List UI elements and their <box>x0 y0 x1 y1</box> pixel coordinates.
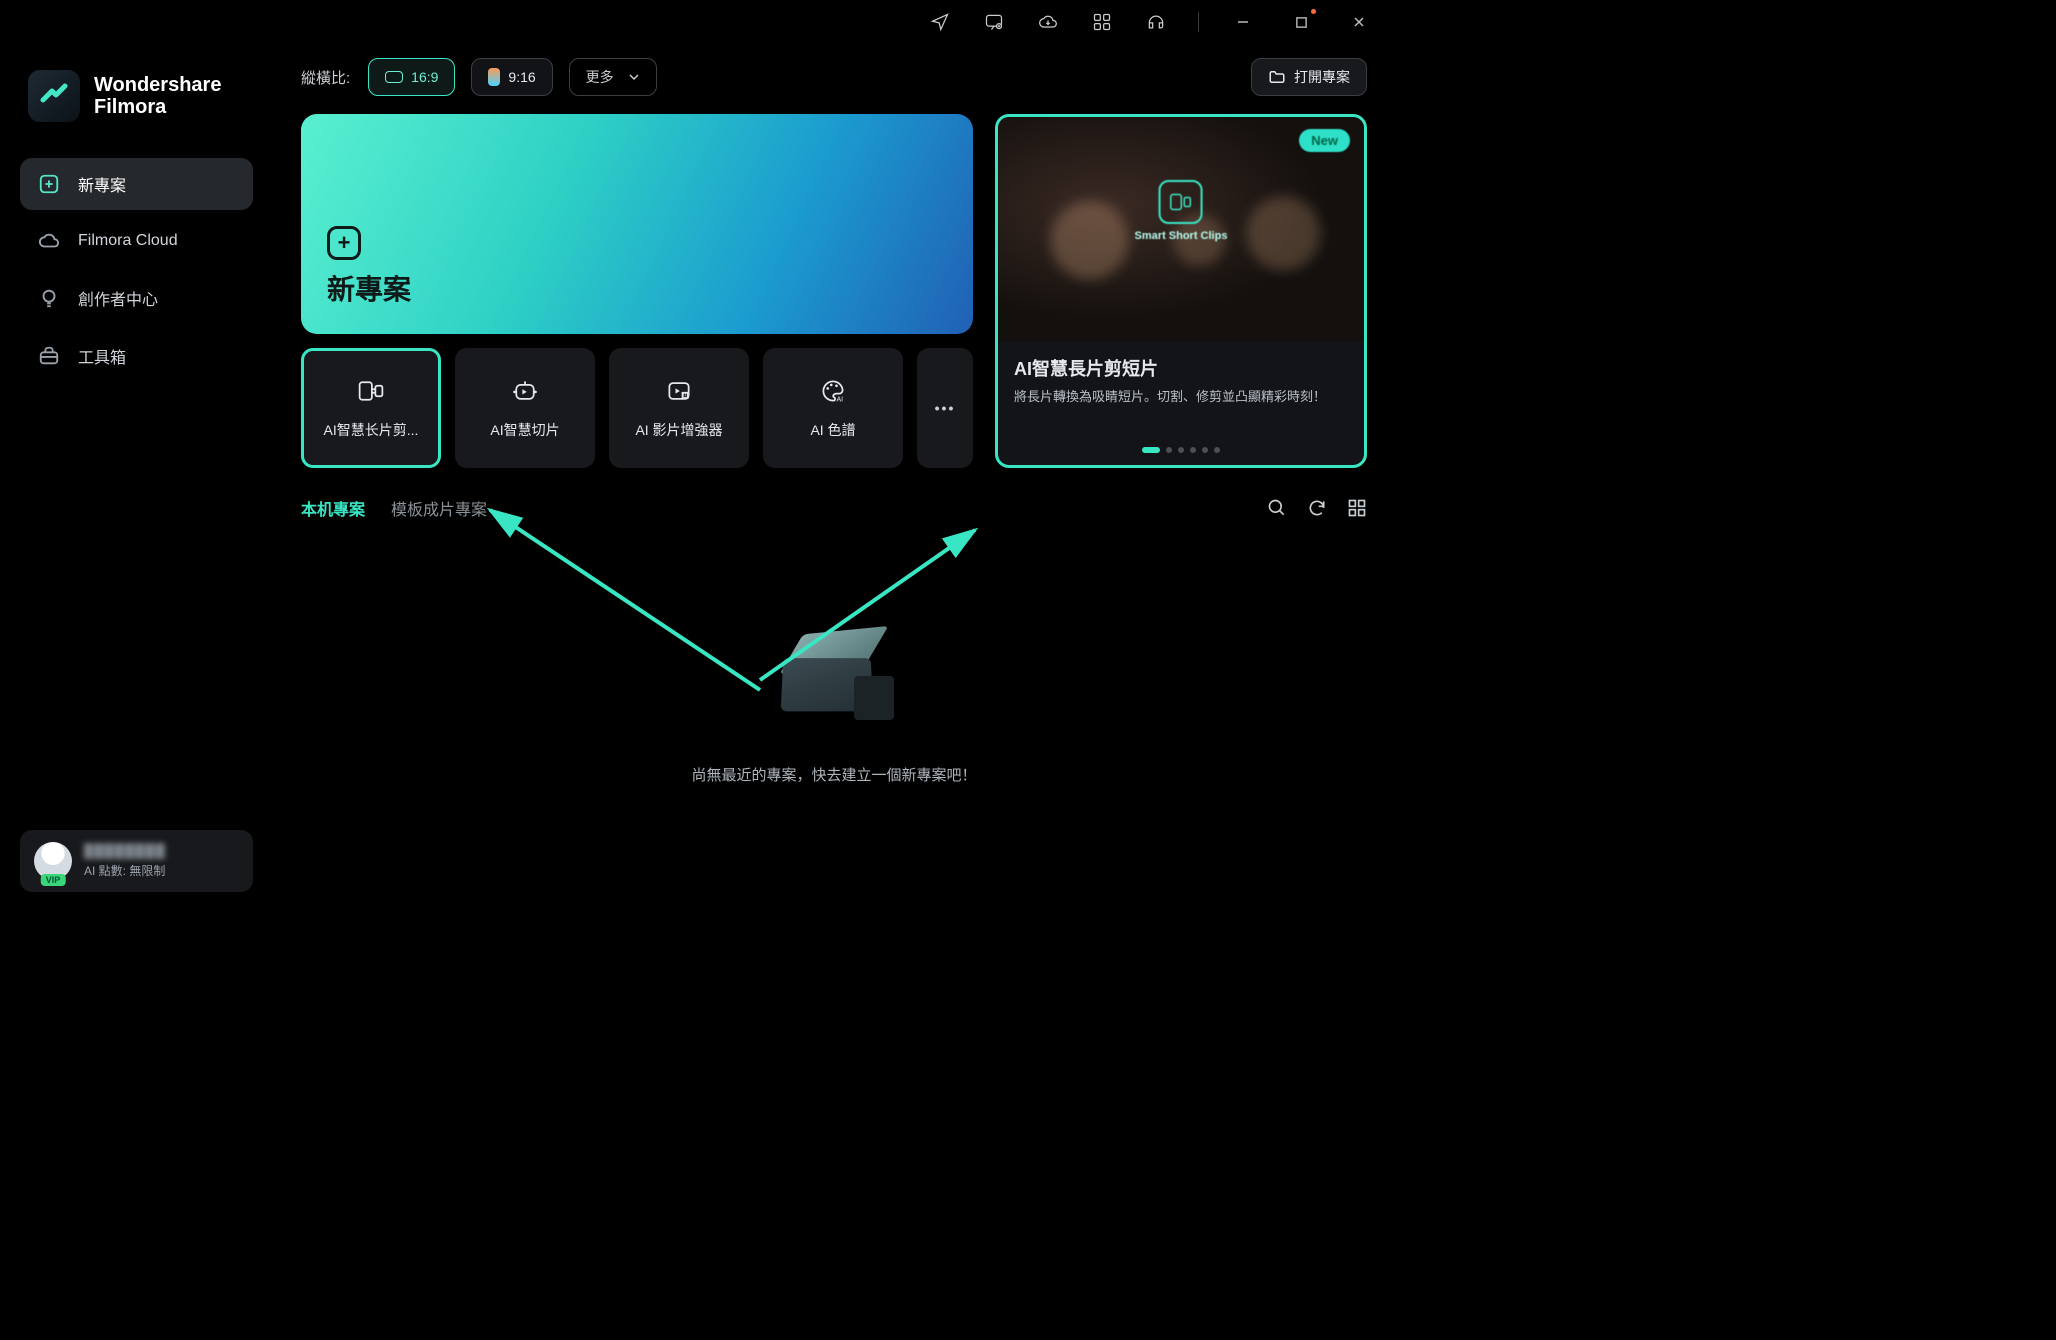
empty-box-icon <box>774 630 894 740</box>
cloud-icon <box>38 230 60 252</box>
titlebar <box>0 0 1395 44</box>
new-project-title: 新專案 <box>327 268 947 308</box>
tab-template-projects[interactable]: 模板成片專案 <box>391 496 487 524</box>
ellipsis-icon: ••• <box>930 393 960 423</box>
plus-square-icon <box>38 173 60 195</box>
carousel-dots[interactable] <box>1142 447 1220 453</box>
account-card[interactable]: VIP ████████ AI 點數: 無限制 <box>20 830 253 892</box>
toolbox-icon <box>38 345 60 367</box>
window-maximize[interactable] <box>1283 6 1319 38</box>
sidebar: Wondershare Filmora 新專案 Filmora Cloud 創作… <box>0 44 273 910</box>
tool-ai-smart-cut[interactable]: AI智慧切片 <box>455 348 595 468</box>
promo-title: AI智慧長片剪短片 <box>1014 355 1348 381</box>
sidebar-nav: 新專案 Filmora Cloud 創作者中心 工具箱 <box>20 158 253 382</box>
palette-ai-icon: AI <box>818 376 848 406</box>
feature-promo-card[interactable]: New Smart Short Clips AI智慧長片剪短片 將長片轉換為吸睛… <box>995 114 1367 468</box>
empty-state: 尚無最近的專案，快去建立一個新專案吧！ <box>301 524 1367 890</box>
window-close[interactable] <box>1341 6 1377 38</box>
tool-ai-long-to-short[interactable]: AI智慧长片剪... <box>301 348 441 468</box>
folder-icon <box>1268 68 1286 86</box>
main-area: 縱橫比: 16:9 9:16 更多 打開專案 + 新專案 <box>273 44 1395 910</box>
sidebar-item-label: 工具箱 <box>78 344 126 368</box>
tool-label: AI 影片增強器 <box>635 420 722 440</box>
tab-local-projects[interactable]: 本机專案 <box>301 496 365 524</box>
project-tabs: 本机專案 模板成片專案 <box>301 496 1367 524</box>
aspect-ratio-bar: 縱橫比: 16:9 9:16 更多 打開專案 <box>301 58 1367 96</box>
grid-view-icon[interactable] <box>1347 498 1367 523</box>
tool-ai-enhancer[interactable]: AI 影片增強器 <box>609 348 749 468</box>
robot-play-icon <box>510 376 540 406</box>
aspect-ratio-label: 縱橫比: <box>301 67 350 88</box>
tool-more[interactable]: ••• <box>917 348 973 468</box>
tool-ai-color[interactable]: AI AI 色譜 <box>763 348 903 468</box>
logo-text: Wondershare Filmora <box>94 74 221 118</box>
sidebar-item-label: Filmora Cloud <box>78 232 178 250</box>
titlebar-separator <box>1198 12 1199 32</box>
promo-thumbnail: New Smart Short Clips <box>998 117 1364 341</box>
send-icon[interactable] <box>924 6 956 38</box>
vip-badge: VIP <box>41 874 66 886</box>
sidebar-item-label: 創作者中心 <box>78 286 158 310</box>
search-icon[interactable] <box>1267 498 1287 523</box>
apps-grid-icon[interactable] <box>1086 6 1118 38</box>
sidebar-item-toolbox[interactable]: 工具箱 <box>20 330 253 382</box>
landscape-rect-icon <box>385 71 403 83</box>
new-project-card[interactable]: + 新專案 <box>301 114 973 334</box>
new-badge: New <box>1299 129 1350 152</box>
app-logo: Wondershare Filmora <box>20 62 253 150</box>
account-credits: AI 點數: 無限制 <box>84 862 166 879</box>
aspect-16-9[interactable]: 16:9 <box>368 58 455 96</box>
chevron-down-icon <box>628 71 640 83</box>
enhance-icon <box>664 376 694 406</box>
sidebar-item-cloud[interactable]: Filmora Cloud <box>20 216 253 266</box>
clip-convert-icon <box>1159 180 1203 224</box>
tool-label: AI智慧长片剪... <box>324 420 419 440</box>
window-minimize[interactable] <box>1225 6 1261 38</box>
app-window: Wondershare Filmora 新專案 Filmora Cloud 創作… <box>0 0 1395 910</box>
aspect-more-dropdown[interactable]: 更多 <box>569 58 657 96</box>
open-project-button[interactable]: 打開專案 <box>1251 58 1367 96</box>
account-name: ████████ <box>84 843 166 858</box>
tool-label: AI智慧切片 <box>490 420 559 440</box>
plus-icon: + <box>327 226 361 260</box>
sidebar-item-label: 新專案 <box>78 172 126 196</box>
support-headset-icon[interactable] <box>1140 6 1172 38</box>
message-icon[interactable] <box>978 6 1010 38</box>
clip-convert-icon <box>356 376 386 406</box>
lightbulb-icon <box>38 287 60 309</box>
portrait-rect-icon <box>488 68 500 86</box>
promo-caption: Smart Short Clips <box>1135 230 1228 242</box>
tool-label: AI 色譜 <box>810 420 855 440</box>
logo-mark-icon <box>28 70 80 122</box>
promo-description: 將長片轉換為吸睛短片。切割、修剪並凸顯精彩時刻！ <box>1014 387 1348 407</box>
sidebar-item-creator-hub[interactable]: 創作者中心 <box>20 272 253 324</box>
aspect-9-16[interactable]: 9:16 <box>471 58 552 96</box>
sidebar-item-new-project[interactable]: 新專案 <box>20 158 253 210</box>
svg-text:AI: AI <box>837 397 844 404</box>
refresh-icon[interactable] <box>1307 498 1327 523</box>
cloud-download-icon[interactable] <box>1032 6 1064 38</box>
ai-tools-row: AI智慧长片剪... AI智慧切片 AI 影片增強器 AI AI 色譜 <box>301 348 973 468</box>
empty-message: 尚無最近的專案，快去建立一個新專案吧！ <box>691 764 976 785</box>
